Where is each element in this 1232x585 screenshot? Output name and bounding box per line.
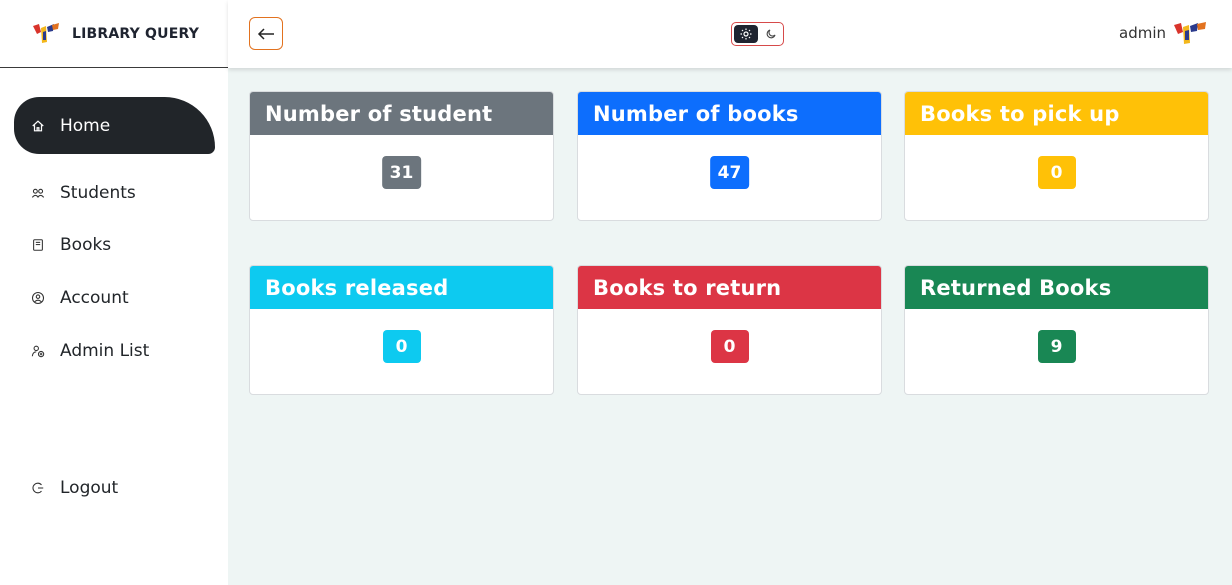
topbar: admin: [228, 0, 1232, 68]
sidebar-item-label: Students: [60, 182, 136, 203]
brand-title: LIBRARY QUERY: [72, 25, 200, 42]
sidebar-item-label: Account: [60, 287, 129, 308]
card-title: Number of student: [250, 92, 553, 135]
card-students: Number of student 31: [249, 91, 554, 221]
sidebar-item-label: Home: [60, 115, 111, 136]
card-returned-books: Returned Books 9: [904, 265, 1209, 395]
card-books-to-return: Books to return 0: [577, 265, 882, 395]
card-books-to-pick-up: Books to pick up 0: [904, 91, 1209, 221]
sidebar: LIBRARY QUERY Home Students Books Accoun…: [0, 0, 228, 585]
count-badge: 0: [710, 330, 749, 363]
card-books: Number of books 47: [577, 91, 882, 221]
card-title: Returned Books: [905, 266, 1208, 309]
count-badge: 47: [709, 156, 750, 189]
back-button[interactable]: [249, 17, 283, 50]
logout-icon: [30, 480, 46, 496]
admin-icon: [30, 343, 46, 359]
sidebar-item-students[interactable]: Students: [14, 164, 215, 221]
sidebar-item-books[interactable]: Books: [14, 216, 215, 273]
moon-icon: [766, 29, 776, 39]
user-menu[interactable]: admin: [1119, 20, 1208, 46]
home-icon: [30, 118, 46, 134]
sun-icon: [740, 28, 752, 40]
card-title: Books released: [250, 266, 553, 309]
sidebar-item-label: Admin List: [60, 340, 150, 361]
card-books-released: Books released 0: [249, 265, 554, 395]
arrow-left-icon: [257, 27, 274, 40]
count-badge: 9: [1037, 330, 1076, 363]
theme-toggle[interactable]: [731, 22, 784, 46]
users-icon: [30, 185, 46, 201]
username: admin: [1119, 24, 1166, 42]
sidebar-item-account[interactable]: Account: [14, 269, 215, 326]
user-avatar-logo-icon: [1174, 22, 1206, 44]
count-badge: 0: [382, 330, 421, 363]
card-title: Number of books: [578, 92, 881, 135]
card-title: Books to pick up: [905, 92, 1208, 135]
count-badge: 31: [381, 156, 422, 189]
library-logo-icon: [33, 22, 59, 43]
count-badge: 0: [1037, 156, 1076, 189]
sidebar-item-logout[interactable]: Logout: [14, 459, 215, 516]
brand[interactable]: LIBRARY QUERY: [0, 0, 228, 68]
account-icon: [30, 290, 46, 306]
sidebar-item-label: Logout: [60, 477, 119, 498]
sidebar-item-home[interactable]: Home: [14, 97, 215, 154]
theme-dark-option[interactable]: [760, 23, 784, 45]
sidebar-item-admin-list[interactable]: Admin List: [14, 322, 215, 379]
sidebar-item-label: Books: [60, 234, 112, 255]
book-icon: [30, 237, 46, 253]
theme-light-option[interactable]: [734, 25, 758, 43]
card-title: Books to return: [578, 266, 881, 309]
